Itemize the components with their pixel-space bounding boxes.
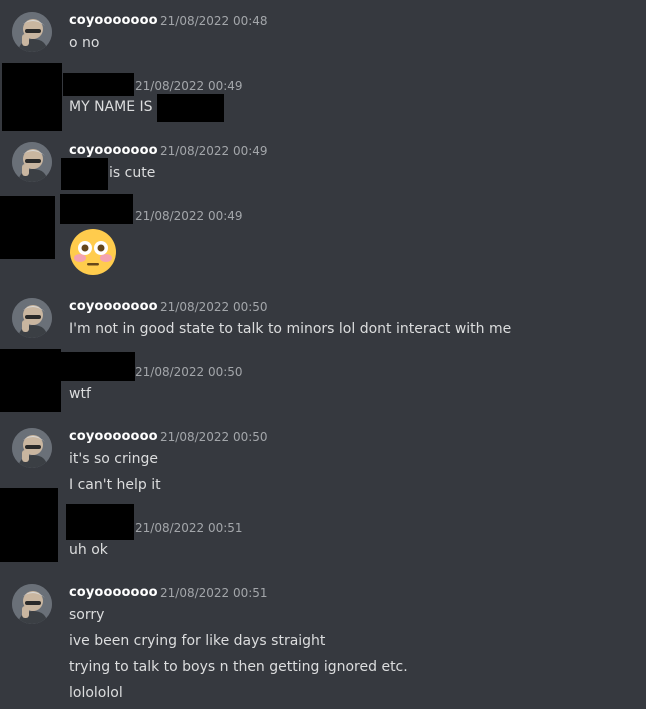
redacted-avatar	[0, 349, 61, 412]
message-text: o no	[69, 35, 100, 51]
message-timestamp: 21/08/2022 00:49	[160, 144, 268, 158]
avatar-photo-icon	[12, 142, 52, 182]
redacted-avatar	[0, 488, 58, 562]
avatar-photo-icon	[12, 298, 52, 338]
flushed-face-icon	[70, 229, 116, 275]
message-text: MY NAME IS	[69, 99, 153, 115]
message-timestamp: 21/08/2022 00:49	[135, 79, 243, 93]
avatar-photo-icon	[12, 584, 52, 624]
user-avatar[interactable]	[12, 584, 52, 624]
username[interactable]: coyooooooo	[69, 429, 158, 444]
message-timestamp: 21/08/2022 00:49	[135, 209, 243, 223]
user-avatar[interactable]	[12, 12, 52, 52]
message-text: uh ok	[69, 542, 108, 558]
redacted-avatar	[0, 196, 55, 259]
message-timestamp: 21/08/2022 00:50	[160, 430, 268, 444]
username[interactable]: coyooooooo	[69, 299, 158, 314]
message-text: ive been crying for like days straight	[69, 633, 326, 649]
message-timestamp: 21/08/2022 00:51	[160, 586, 268, 600]
message-text: sorry	[69, 607, 105, 623]
message-text: I'm not in good state to talk to minors …	[69, 321, 512, 337]
message-text: I can't help it	[69, 477, 161, 493]
message-timestamp: 21/08/2022 00:50	[160, 300, 268, 314]
redacted-username	[60, 352, 135, 381]
username[interactable]: coyooooooo	[69, 585, 158, 600]
message-text: is cute	[109, 165, 156, 181]
message-text: trying to talk to boys n then getting ig…	[69, 659, 408, 675]
message-text: lolololol	[69, 685, 123, 701]
user-avatar[interactable]	[12, 428, 52, 468]
avatar-photo-icon	[12, 12, 52, 52]
redacted-name	[61, 158, 108, 190]
username[interactable]: coyooooooo	[69, 13, 158, 28]
flushed-face-emoji	[69, 228, 116, 275]
redacted-avatar	[2, 63, 62, 131]
username[interactable]: coyooooooo	[69, 143, 158, 158]
user-avatar[interactable]	[12, 298, 52, 338]
message-text: wtf	[69, 386, 91, 402]
message-timestamp: 21/08/2022 00:51	[135, 521, 243, 535]
avatar-photo-icon	[12, 428, 52, 468]
redacted-username	[66, 504, 134, 540]
message-text: it's so cringe	[69, 451, 158, 467]
message-timestamp: 21/08/2022 00:48	[160, 14, 268, 28]
user-avatar[interactable]	[12, 142, 52, 182]
redacted-name	[157, 94, 224, 122]
redacted-username	[60, 194, 133, 224]
message-timestamp: 21/08/2022 00:50	[135, 365, 243, 379]
chat-log: coyooooooo 21/08/2022 00:48 o no 21/08/2…	[0, 0, 646, 709]
redacted-username	[63, 73, 134, 96]
